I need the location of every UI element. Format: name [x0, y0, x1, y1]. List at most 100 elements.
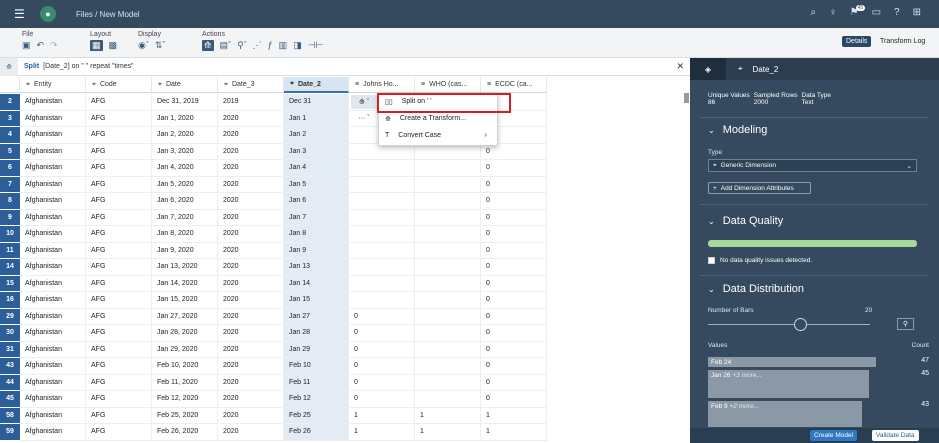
table-cell[interactable]: 2020 — [218, 242, 284, 259]
table-cell[interactable] — [415, 226, 481, 243]
table-cell[interactable]: Afghanistan — [20, 242, 86, 259]
table-cell[interactable]: Feb 10, 2020 — [152, 358, 218, 375]
table-cell[interactable]: 0 — [481, 176, 547, 193]
table-cell[interactable] — [415, 242, 481, 259]
formula-text[interactable]: [Date_2] on " " repeat "times" — [43, 63, 133, 70]
table-cell[interactable]: Feb 26 — [284, 424, 349, 441]
table-cell[interactable]: 1 — [349, 424, 415, 441]
table-cell[interactable]: 1 — [415, 407, 481, 424]
lightbulb-icon[interactable]: ♀ — [829, 7, 837, 18]
table-cell[interactable]: 2020 — [218, 193, 284, 210]
table-cell[interactable]: Afghanistan — [20, 226, 86, 243]
table-cell[interactable] — [415, 374, 481, 391]
table-cell[interactable]: Jan 8 — [284, 226, 349, 243]
column-header[interactable]: ≡ ECDC (ca... — [481, 77, 547, 93]
table-cell[interactable] — [349, 193, 415, 210]
table-cell[interactable]: Jan 1, 2020 — [152, 110, 218, 127]
filter-icon[interactable]: ⚲ˇ — [237, 40, 247, 51]
zoom-icon[interactable]: ⚲ — [897, 318, 914, 330]
formula-icon[interactable]: ƒ — [268, 40, 273, 51]
table-cell[interactable]: Dec 31, 2019 — [152, 94, 218, 111]
row-number[interactable]: 6 — [0, 160, 20, 177]
table-cell[interactable]: AFG — [86, 110, 152, 127]
table-cell[interactable]: 2020 — [218, 259, 284, 276]
formula-bar[interactable]: ⟰ Split [Date_2] on " " repeat "times" ✕ — [0, 57, 690, 76]
table-cell[interactable]: Afghanistan — [20, 325, 86, 342]
apps-icon[interactable]: ⊞ — [913, 7, 921, 18]
close-icon[interactable]: ✕ — [676, 61, 684, 72]
modeling-header[interactable]: ⌄ Modeling — [708, 124, 767, 136]
split-icon[interactable]: ⊣⊢ — [308, 40, 324, 51]
validate-data-button[interactable]: Validate Data — [872, 430, 919, 441]
table-cell[interactable]: Jan 14, 2020 — [152, 275, 218, 292]
table-cell[interactable]: Jan 7, 2020 — [152, 209, 218, 226]
table-cell[interactable] — [349, 292, 415, 309]
table-cell[interactable]: 0 — [481, 325, 547, 342]
row-number[interactable]: 30 — [0, 325, 20, 342]
table-cell[interactable]: Afghanistan — [20, 374, 86, 391]
cell-action-button[interactable]: ⟰ ˇ — [351, 95, 377, 109]
table-cell[interactable]: 0 — [481, 259, 547, 276]
column-icon-tab[interactable]: ◈ — [690, 58, 726, 80]
table-cell[interactable]: Feb 11, 2020 — [152, 374, 218, 391]
table-cell[interactable]: Jan 1 — [284, 110, 349, 127]
table-cell[interactable]: 1 — [349, 407, 415, 424]
scrollbar[interactable] — [684, 93, 689, 103]
table-cell[interactable]: 2020 — [218, 292, 284, 309]
menu-item-convert-case[interactable]: T Convert Case › — [379, 127, 497, 144]
row-number[interactable]: 44 — [0, 374, 20, 391]
hierarchy-icon[interactable]: ⋰ — [253, 40, 262, 51]
data-quality-header[interactable]: ⌄ Data Quality — [708, 215, 783, 227]
row-number[interactable]: 11 — [0, 242, 20, 259]
table-cell[interactable]: Jan 6 — [284, 193, 349, 210]
table-cell[interactable]: Jan 14 — [284, 275, 349, 292]
column-header[interactable]: ≡ Johns Ho... — [349, 77, 415, 93]
table-cell[interactable]: 0 — [481, 374, 547, 391]
table-cell[interactable]: Jan 8, 2020 — [152, 226, 218, 243]
table-cell[interactable]: AFG — [86, 143, 152, 160]
bars-slider-handle[interactable] — [794, 318, 807, 331]
grid-view-icon[interactable]: ▦ — [90, 40, 103, 51]
details-button[interactable]: Details — [842, 36, 872, 47]
table-cell[interactable]: 0 — [481, 275, 547, 292]
table-cell[interactable]: 0 — [481, 391, 547, 408]
table-cell[interactable]: Afghanistan — [20, 110, 86, 127]
table-cell[interactable]: 0 — [481, 242, 547, 259]
table-cell[interactable]: AFG — [86, 209, 152, 226]
column-header[interactable]: ⌖ Code — [86, 77, 152, 93]
table-cell[interactable]: Jan 28 — [284, 325, 349, 342]
table-cell[interactable]: Feb 10 — [284, 358, 349, 375]
column-header[interactable]: ≡ WHO (cas... — [415, 77, 481, 93]
table-cell[interactable]: 1 — [481, 407, 547, 424]
table-cell[interactable]: 2020 — [218, 341, 284, 358]
row-number[interactable]: 9 — [0, 209, 20, 226]
table-cell[interactable]: 2020 — [218, 325, 284, 342]
table-cell[interactable]: AFG — [86, 176, 152, 193]
table-cell[interactable]: Feb 12 — [284, 391, 349, 408]
table-cell[interactable]: Jan 2, 2020 — [152, 127, 218, 144]
menu-icon[interactable]: ☰ — [14, 7, 32, 21]
distribution-bar[interactable]: Jan 26 +3 more... — [708, 370, 869, 398]
table-cell[interactable]: 0 — [349, 341, 415, 358]
table-cell[interactable]: Feb 12, 2020 — [152, 391, 218, 408]
discussions-icon[interactable]: ▭ — [872, 7, 881, 18]
table-cell[interactable]: Feb 25, 2020 — [152, 407, 218, 424]
table-cell[interactable]: 2020 — [218, 127, 284, 144]
row-number[interactable]: 43 — [0, 358, 20, 375]
table-cell[interactable]: Feb 26, 2020 — [152, 424, 218, 441]
table-cell[interactable]: 0 — [481, 209, 547, 226]
table-cell[interactable]: 0 — [349, 391, 415, 408]
table-cell[interactable]: Afghanistan — [20, 407, 86, 424]
table-cell[interactable]: Afghanistan — [20, 209, 86, 226]
table-cell[interactable]: Jan 29, 2020 — [152, 341, 218, 358]
row-number[interactable]: 15 — [0, 275, 20, 292]
table-cell[interactable]: Jan 15 — [284, 292, 349, 309]
table-cell[interactable]: Afghanistan — [20, 341, 86, 358]
row-number[interactable]: 31 — [0, 341, 20, 358]
table-cell[interactable]: 1 — [415, 424, 481, 441]
table-cell[interactable]: AFG — [86, 358, 152, 375]
table-cell[interactable]: 2020 — [218, 308, 284, 325]
table-cell[interactable]: 0 — [481, 308, 547, 325]
table-cell[interactable] — [415, 259, 481, 276]
table-cell[interactable]: Afghanistan — [20, 160, 86, 177]
